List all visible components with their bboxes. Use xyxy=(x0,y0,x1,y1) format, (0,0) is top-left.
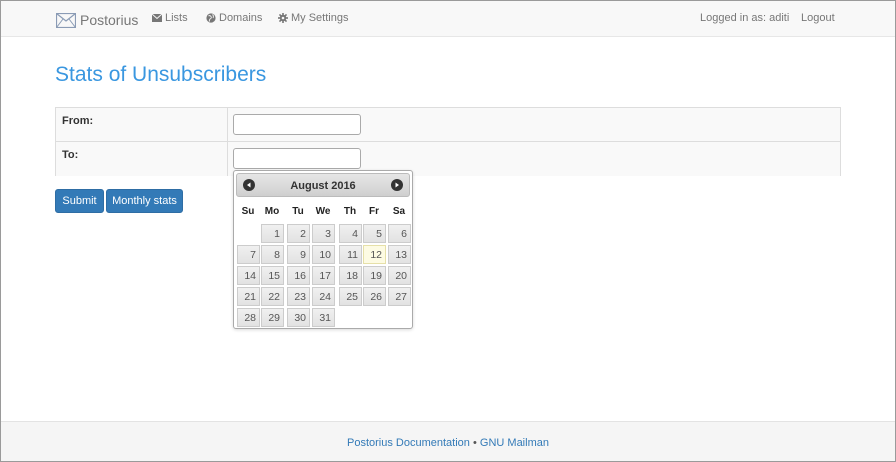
footer: Postorius Documentation • GNU Mailman xyxy=(1,421,895,461)
footer-links: Postorius Documentation • GNU Mailman xyxy=(1,437,895,449)
calendar-day[interactable]: 23 xyxy=(287,287,310,306)
documentation-link[interactable]: Postorius Documentation xyxy=(347,437,470,449)
weekday-header: Su xyxy=(241,206,255,217)
datepicker-header: August 2016 xyxy=(236,173,410,197)
calendar-day[interactable]: 19 xyxy=(363,266,386,285)
calendar-day[interactable]: 13 xyxy=(388,245,411,264)
weekday-header: Sa xyxy=(392,206,406,217)
gnu-mailman-link[interactable]: GNU Mailman xyxy=(480,437,549,449)
datepicker-month: August xyxy=(290,180,329,192)
datepicker-popup: August 2016 Su Mo Tu We Th Fr Sa 1 2 3 4 5 6 7 8 9 10 11 12… xyxy=(233,170,413,329)
calendar-day[interactable]: 9 xyxy=(287,245,310,264)
calendar-day[interactable]: 17 xyxy=(312,266,335,285)
submit-button[interactable]: Submit xyxy=(55,189,104,213)
to-row: To: xyxy=(56,142,840,176)
to-label: To: xyxy=(62,149,79,161)
datepicker-title: August 2016 xyxy=(237,180,409,192)
calendar-day[interactable]: 21 xyxy=(237,287,260,306)
page-title: Stats of Unsubscribers xyxy=(55,63,267,86)
calendar-day[interactable]: 10 xyxy=(312,245,335,264)
weekday-header: Tu xyxy=(292,206,304,217)
calendar-day-today[interactable]: 12 xyxy=(363,245,386,264)
date-range-form: From: To: xyxy=(55,107,841,176)
footer-separator: • xyxy=(472,437,477,449)
globe-icon xyxy=(206,13,216,23)
envelope-icon xyxy=(56,12,76,28)
weekday-header: We xyxy=(315,206,331,217)
nav-settings-label: My Settings xyxy=(291,12,349,24)
column-divider xyxy=(227,142,228,176)
calendar-day[interactable]: 25 xyxy=(339,287,362,306)
gear-icon xyxy=(278,13,288,23)
calendar-day[interactable]: 14 xyxy=(237,266,260,285)
calendar-day[interactable]: 28 xyxy=(237,308,260,327)
calendar-day[interactable]: 15 xyxy=(261,266,284,285)
from-label: From: xyxy=(62,115,94,127)
from-date-input[interactable] xyxy=(233,114,361,135)
nav-domains-link[interactable]: Domains xyxy=(206,12,262,24)
datepicker-year: 2016 xyxy=(331,180,356,192)
weekday-header: Mo xyxy=(264,206,280,217)
logged-in-user: Logged in as: aditi xyxy=(700,12,790,24)
next-month-button[interactable] xyxy=(391,179,403,191)
calendar-day[interactable]: 7 xyxy=(237,245,260,264)
calendar-day[interactable]: 11 xyxy=(339,245,362,264)
calendar-day[interactable]: 22 xyxy=(261,287,284,306)
calendar-day[interactable]: 5 xyxy=(363,224,386,243)
calendar-day[interactable]: 20 xyxy=(388,266,411,285)
calendar-day[interactable]: 2 xyxy=(287,224,310,243)
brand-name: Postorius xyxy=(80,12,139,28)
weekday-header: Fr xyxy=(369,206,379,217)
calendar-day[interactable]: 6 xyxy=(388,224,411,243)
nav-lists-label: Lists xyxy=(165,12,188,24)
monthly-stats-button[interactable]: Monthly stats xyxy=(106,189,183,213)
calendar-day[interactable]: 18 xyxy=(339,266,362,285)
nav-lists-link[interactable]: Lists xyxy=(152,12,188,24)
calendar-day[interactable]: 1 xyxy=(261,224,284,243)
calendar-day[interactable]: 31 xyxy=(312,308,335,327)
calendar-day[interactable]: 29 xyxy=(261,308,284,327)
column-divider xyxy=(227,108,228,141)
nav-settings-link[interactable]: My Settings xyxy=(278,12,348,24)
calendar-day[interactable]: 26 xyxy=(363,287,386,306)
calendar-day[interactable]: 16 xyxy=(287,266,310,285)
calendar-day[interactable]: 24 xyxy=(312,287,335,306)
calendar-day[interactable]: 8 xyxy=(261,245,284,264)
nav-domains-label: Domains xyxy=(219,12,263,24)
chevron-right-icon xyxy=(395,182,399,188)
to-date-input[interactable] xyxy=(233,148,361,169)
from-row: From: xyxy=(56,108,840,142)
calendar-day[interactable]: 30 xyxy=(287,308,310,327)
weekday-header: Th xyxy=(343,206,357,217)
calendar-day[interactable]: 3 xyxy=(312,224,335,243)
calendar-day[interactable]: 4 xyxy=(339,224,362,243)
navbar: Postorius Lists Domains My Settings Logg… xyxy=(1,1,895,37)
logout-link[interactable]: Logout xyxy=(801,12,835,24)
envelope-icon xyxy=(152,14,162,22)
calendar-day[interactable]: 27 xyxy=(388,287,411,306)
brand-link[interactable]: Postorius xyxy=(56,11,138,29)
